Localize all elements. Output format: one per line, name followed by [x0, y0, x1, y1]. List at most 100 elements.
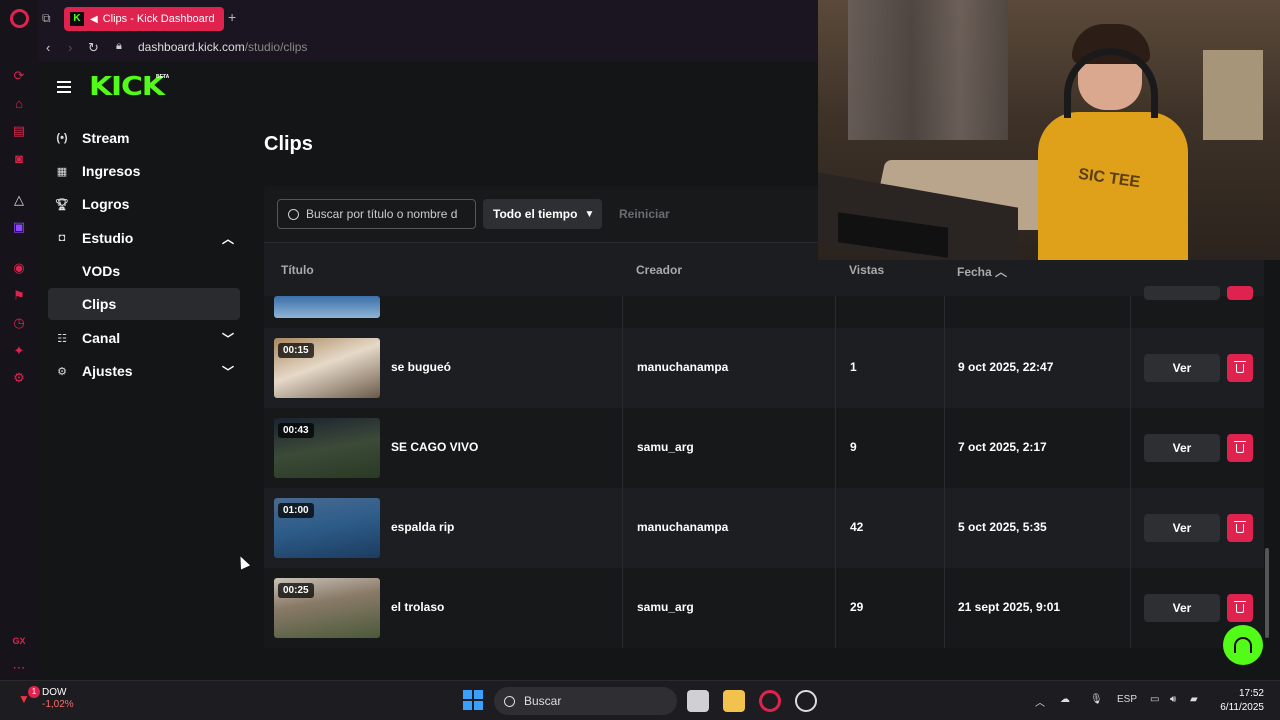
mic-icon[interactable]: 🎙︎ [1090, 694, 1103, 705]
view-button[interactable]: Ver [1144, 594, 1220, 622]
chevron-down-icon[interactable]: ﹀ [222, 330, 234, 347]
support-chat-button[interactable] [1223, 625, 1263, 665]
delete-button[interactable] [1227, 354, 1253, 382]
reload-icon[interactable]: ↻ [88, 40, 99, 56]
gear-icon: ⚙ [57, 365, 67, 378]
forward-icon[interactable]: › [68, 40, 72, 55]
tray-chevron-icon[interactable]: ︿ [1035, 694, 1045, 709]
reset-button[interactable]: Reiniciar [619, 207, 670, 221]
file-explorer-icon[interactable] [723, 690, 745, 712]
headset-icon [1234, 637, 1252, 653]
clip-views: 1 [850, 360, 857, 374]
search-input[interactable]: Buscar por título o nombre d [277, 199, 476, 229]
tab-kick-dashboard[interactable]: K ◀ Clips - Kick Dashboard [64, 7, 224, 31]
clip-creator: samu_arg [637, 600, 694, 614]
table-row: 00:43 SE CAGO VIVO samu_arg 9 7 oct 2025… [264, 408, 1264, 488]
sidebar-item-clips[interactable]: Clips [48, 288, 240, 320]
clip-thumbnail[interactable]: 00:25 [274, 578, 380, 638]
stock-change: -1,02% [42, 699, 74, 710]
sidebar-item-logros[interactable]: 🏆︎ Logros [48, 188, 240, 220]
extensions-icon[interactable]: ✦ [11, 343, 27, 359]
stock-widget[interactable]: ▼ 1 DOW -1,02% [18, 686, 74, 711]
view-button[interactable]: Ver [1144, 354, 1220, 382]
network-icon[interactable]: ▭ [1150, 694, 1159, 705]
header-title[interactable]: Título [281, 263, 314, 277]
clip-thumbnail[interactable] [274, 296, 380, 318]
url-field[interactable]: dashboard.kick.com/studio/clips [138, 40, 307, 54]
stock-name: DOW [42, 687, 67, 698]
sidebar-item-vods[interactable]: VODs [48, 255, 240, 287]
clip-creator: manuchanampa [637, 520, 729, 534]
table-row: 00:15 se bugueó manuchanampa 1 9 oct 202… [264, 328, 1264, 408]
view-button[interactable] [1144, 286, 1220, 300]
twitch-icon[interactable]: ▣ [11, 219, 27, 235]
delete-button[interactable] [1227, 434, 1253, 462]
windows-start-icon[interactable] [463, 690, 483, 710]
pin-icon[interactable]: ⚑ [11, 288, 27, 304]
task-view-icon[interactable] [687, 690, 709, 712]
sidebar-item-ajustes[interactable]: ⚙ Ajustes ﹀ [48, 355, 240, 387]
sidebar-item-canal[interactable]: ☷ Canal ﹀ [48, 322, 240, 354]
clip-views: 9 [850, 440, 857, 454]
sidebar-item-ingresos[interactable]: ▦ Ingresos [48, 155, 240, 187]
opera-sidebar: ⟳ ⌂ ▤ ◙ △ ▣ ◉ ⚑ ◷ ✦ ⚙ GX ⋯ [0, 0, 38, 680]
view-button[interactable]: Ver [1144, 434, 1220, 462]
opera-gx-icon[interactable] [759, 690, 781, 712]
volume-icon[interactable]: 🔊︎ [1170, 694, 1176, 705]
delete-button[interactable] [1227, 286, 1253, 300]
clip-views: 29 [850, 600, 864, 614]
player-icon[interactable]: ◉ [11, 260, 27, 276]
taskbar-search[interactable]: Buscar [494, 687, 677, 715]
gx-corner-icon[interactable]: ▤ [11, 123, 27, 139]
clock[interactable]: 17:52 6/11/2025 [1216, 687, 1264, 715]
messenger-icon[interactable]: ◙ [11, 151, 27, 167]
settings-icon[interactable]: ⚙ [11, 370, 27, 386]
more-icon[interactable]: ⋯ [11, 660, 27, 676]
duration-badge: 01:00 [278, 503, 314, 518]
table-row [264, 286, 1264, 328]
clip-thumbnail[interactable]: 00:15 [274, 338, 380, 398]
delete-button[interactable] [1227, 514, 1253, 542]
revenue-icon: ▦ [56, 165, 68, 178]
column-divider [622, 296, 623, 648]
sidebar-item-estudio[interactable]: ◘ Estudio ︿ [48, 222, 240, 254]
clip-thumbnail[interactable]: 01:00 [274, 498, 380, 558]
battery-icon[interactable]: ▰ [1190, 694, 1198, 705]
speed-dial-icon[interactable]: ⟳ [11, 68, 27, 84]
trophy-icon: 🏆︎ [55, 198, 69, 211]
new-tab-icon[interactable]: + [228, 9, 236, 25]
kick-favicon-icon: K [70, 12, 84, 26]
delete-button[interactable] [1227, 594, 1253, 622]
tab-island-icon[interactable]: ⧉ [42, 11, 51, 26]
header-date[interactable]: Fecha ︿ [957, 263, 1007, 280]
clip-title: se bugueó [391, 360, 452, 374]
table-row: 01:00 espalda rip manuchanampa 42 5 oct … [264, 488, 1264, 568]
clip-thumbnail[interactable]: 00:43 [274, 418, 380, 478]
header-creator[interactable]: Creador [636, 263, 682, 277]
opera-logo-icon[interactable] [10, 9, 29, 28]
clip-title: espalda rip [391, 520, 455, 534]
sidebar-item-label: VODs [82, 263, 121, 279]
sidebar-item-stream[interactable]: (•) Stream [48, 122, 240, 154]
time-filter-dropdown[interactable]: Todo el tiempo ▼ [483, 199, 602, 229]
language-indicator[interactable]: ESP [1117, 694, 1137, 705]
header-views[interactable]: Vistas [849, 263, 884, 277]
scrollbar[interactable] [1265, 548, 1269, 638]
duration-badge: 00:25 [278, 583, 314, 598]
aria-icon[interactable]: △ [11, 192, 27, 208]
chevron-down-icon[interactable]: ﹀ [222, 363, 234, 380]
kick-logo[interactable]: KICK [89, 72, 165, 102]
lock-icon: 🔒︎ [116, 40, 122, 52]
app-icon[interactable] [795, 690, 817, 712]
speaker-icon[interactable]: ◀ [90, 14, 98, 25]
back-icon[interactable]: ‹ [46, 40, 50, 55]
search-placeholder: Buscar por título o nombre d [306, 207, 458, 221]
history-icon[interactable]: ◷ [11, 315, 27, 331]
sidebar-item-label: Ajustes [82, 363, 133, 379]
chevron-down-icon: ▼ [584, 208, 595, 220]
cloud-icon[interactable]: ☁ [1060, 694, 1070, 705]
view-button[interactable]: Ver [1144, 514, 1220, 542]
gx-control-icon[interactable]: ⌂ [11, 96, 27, 112]
chevron-up-icon[interactable]: ︿ [222, 230, 234, 247]
menu-icon[interactable] [57, 81, 71, 93]
